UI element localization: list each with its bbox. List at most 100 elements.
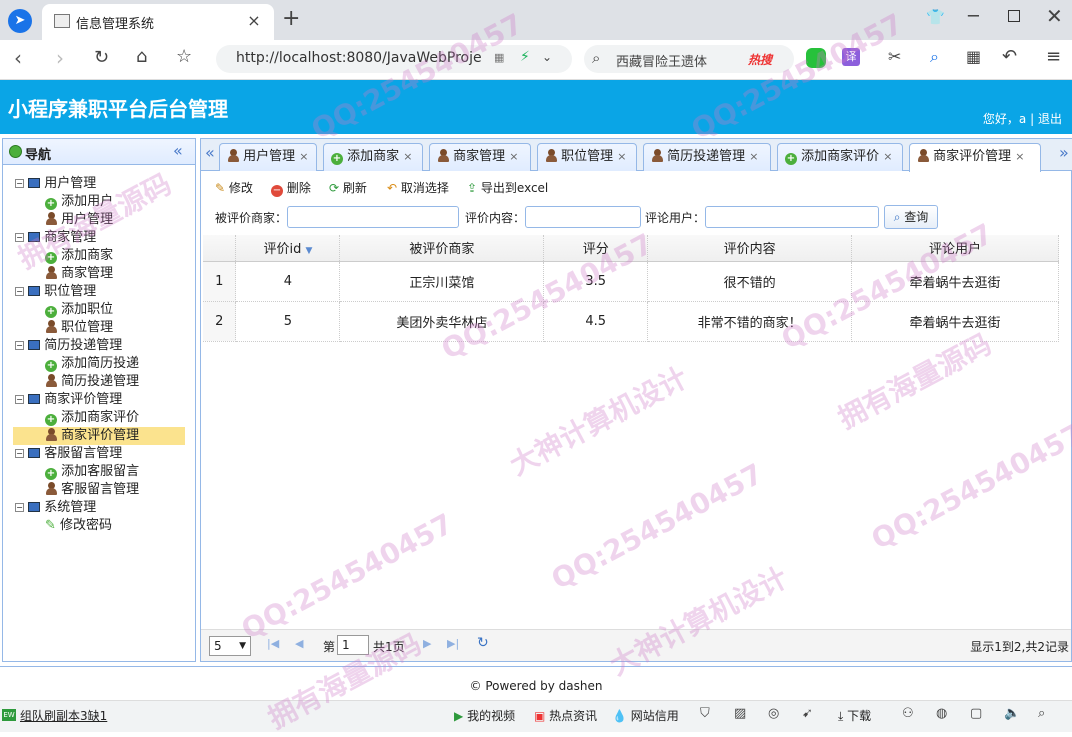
- tree-item[interactable]: + 添加简历投递: [13, 355, 185, 373]
- user-filter-input[interactable]: [705, 206, 879, 228]
- tree-item[interactable]: 商家评价管理: [13, 427, 185, 445]
- tree-group[interactable]: − 系统管理: [15, 499, 96, 517]
- tab-1[interactable]: 用户管理 ×: [219, 143, 317, 171]
- status-left-link[interactable]: 组队刷副本3缺1: [20, 707, 107, 724]
- wechat-icon[interactable]: [806, 48, 826, 68]
- page-number-input[interactable]: 1: [337, 635, 369, 655]
- page-size-select[interactable]: 5 ▼: [209, 636, 251, 656]
- tree-group[interactable]: − 商家评价管理: [15, 391, 122, 409]
- tree-toggle-icon[interactable]: −: [15, 287, 24, 296]
- tree-toggle-icon[interactable]: −: [15, 341, 24, 350]
- star-icon[interactable]: ☆: [176, 46, 192, 67]
- new-tab-icon[interactable]: +: [282, 6, 300, 31]
- unselect-button[interactable]: ↶ 取消选择: [387, 179, 449, 197]
- video-link[interactable]: ▶ 我的视频: [454, 707, 515, 724]
- magnifier-icon[interactable]: ⌕: [930, 47, 939, 67]
- export-button[interactable]: ⇪ 导出到excel: [467, 179, 548, 197]
- rocket-icon[interactable]: ➹: [802, 706, 813, 721]
- close-icon[interactable]: ×: [617, 150, 626, 163]
- image-icon[interactable]: ▨: [734, 706, 746, 721]
- delete-button[interactable]: − 删除: [271, 179, 311, 197]
- close-icon[interactable]: ×: [299, 150, 308, 163]
- window-icon[interactable]: ▢: [970, 706, 982, 721]
- maximize-icon[interactable]: [1008, 10, 1020, 22]
- reload-page-icon[interactable]: ↻: [477, 635, 489, 651]
- back-icon[interactable]: ‹: [14, 46, 22, 70]
- close-tab-icon[interactable]: ×: [246, 11, 262, 30]
- tree-toggle-icon[interactable]: −: [15, 233, 24, 242]
- column-header[interactable]: 评价id ▼: [235, 235, 341, 262]
- close-icon[interactable]: ×: [749, 150, 758, 163]
- merchant-filter-input[interactable]: [287, 206, 459, 228]
- tab-3[interactable]: 商家管理 ×: [429, 143, 531, 171]
- apps-icon[interactable]: ▦: [966, 47, 981, 66]
- forward-icon[interactable]: ›: [56, 46, 64, 70]
- credit-link[interactable]: 💧 网站信用: [612, 707, 679, 724]
- tree-toggle-icon[interactable]: −: [15, 503, 24, 512]
- translate-icon[interactable]: 译: [842, 48, 860, 66]
- tree-toggle-icon[interactable]: −: [15, 179, 24, 188]
- refresh-button[interactable]: ⟳ 刷新: [329, 179, 367, 197]
- tree-item[interactable]: ✎ 修改密码: [13, 517, 185, 535]
- gamepad-icon[interactable]: ⚇: [902, 706, 914, 721]
- reload-icon[interactable]: ↻: [94, 47, 109, 68]
- undo-icon[interactable]: ↶: [1002, 46, 1017, 67]
- table-row[interactable]: 2 5 美团外卖华林店 4.5 非常不错的商家！ 牵着蜗牛去逛街: [203, 301, 1059, 342]
- logout-link[interactable]: 退出: [1038, 112, 1062, 126]
- browser-tab[interactable]: 信息管理系统 ×: [42, 4, 274, 40]
- tree-item[interactable]: + 添加用户: [13, 193, 185, 211]
- compass-icon[interactable]: ◎: [768, 706, 779, 721]
- tree-group[interactable]: − 职位管理: [15, 283, 96, 301]
- tree-group[interactable]: − 商家管理: [15, 229, 96, 247]
- tab-4[interactable]: 职位管理 ×: [537, 143, 637, 171]
- dropdown-icon[interactable]: ⌄: [542, 50, 552, 64]
- tree-item[interactable]: + 添加客服留言: [13, 463, 185, 481]
- tab-2[interactable]: + 添加商家 ×: [323, 143, 423, 171]
- shield-icon[interactable]: ⛉: [700, 706, 710, 721]
- tree-toggle-icon[interactable]: −: [15, 449, 24, 458]
- first-page-icon[interactable]: |◀: [267, 637, 279, 650]
- column-header[interactable]: 评论用户: [851, 235, 1059, 262]
- tab-6[interactable]: + 添加商家评价 ×: [777, 143, 903, 171]
- column-header[interactable]: 被评价商家: [339, 235, 545, 262]
- tree-item[interactable]: 简历投递管理: [13, 373, 185, 391]
- tree-group[interactable]: − 简历投递管理: [15, 337, 122, 355]
- hot-search-label[interactable]: 热搜: [748, 51, 772, 68]
- column-header[interactable]: 评价内容: [647, 235, 853, 262]
- news-link[interactable]: ▣ 热点资讯: [534, 707, 597, 724]
- scissors-icon[interactable]: ✂: [888, 47, 901, 66]
- query-button[interactable]: ⌕ 查询: [884, 205, 938, 229]
- close-icon[interactable]: ×: [403, 150, 412, 163]
- lightning-icon[interactable]: ⚡: [520, 49, 530, 65]
- home-icon[interactable]: ⌂: [136, 46, 147, 67]
- qr-icon[interactable]: ▦: [494, 51, 504, 64]
- browser-search-box[interactable]: ⌕ 西藏冒险王遗体 热搜: [584, 45, 794, 73]
- browser-logo-icon[interactable]: ➤: [8, 9, 32, 33]
- close-window-icon[interactable]: ✕: [1046, 4, 1063, 28]
- table-row[interactable]: 1 4 正宗川菜馆 3.5 很不错的 牵着蜗牛去逛街: [203, 261, 1059, 302]
- tree-group[interactable]: − 用户管理: [15, 175, 96, 193]
- close-icon[interactable]: ×: [509, 150, 518, 163]
- content-filter-input[interactable]: [525, 206, 641, 228]
- address-bar[interactable]: http://localhost:8080/JavaWebProje ▦ ⚡ ⌄: [216, 45, 572, 73]
- menu-icon[interactable]: ≡: [1046, 46, 1061, 67]
- browser-icon[interactable]: ◍: [936, 706, 947, 721]
- tree-item[interactable]: + 添加商家评价: [13, 409, 185, 427]
- minimize-icon[interactable]: ─: [968, 6, 979, 27]
- tree-item[interactable]: 职位管理: [13, 319, 185, 337]
- tree-group[interactable]: − 客服留言管理: [15, 445, 122, 463]
- collapse-icon[interactable]: «: [173, 141, 183, 160]
- tabs-scroll-right-icon[interactable]: »: [1059, 143, 1069, 162]
- speaker-icon[interactable]: 🔈: [1004, 706, 1020, 721]
- prev-page-icon[interactable]: ◀: [295, 637, 303, 650]
- tabs-scroll-left-icon[interactable]: «: [205, 143, 215, 162]
- tree-toggle-icon[interactable]: −: [15, 395, 24, 404]
- tree-item[interactable]: 客服留言管理: [13, 481, 185, 499]
- next-page-icon[interactable]: ▶: [423, 637, 431, 650]
- column-header[interactable]: 评分: [543, 235, 649, 262]
- tree-item[interactable]: 商家管理: [13, 265, 185, 283]
- tree-item[interactable]: + 添加职位: [13, 301, 185, 319]
- tree-item[interactable]: 用户管理: [13, 211, 185, 229]
- tree-item[interactable]: + 添加商家: [13, 247, 185, 265]
- edit-button[interactable]: ✎ 修改: [215, 179, 253, 197]
